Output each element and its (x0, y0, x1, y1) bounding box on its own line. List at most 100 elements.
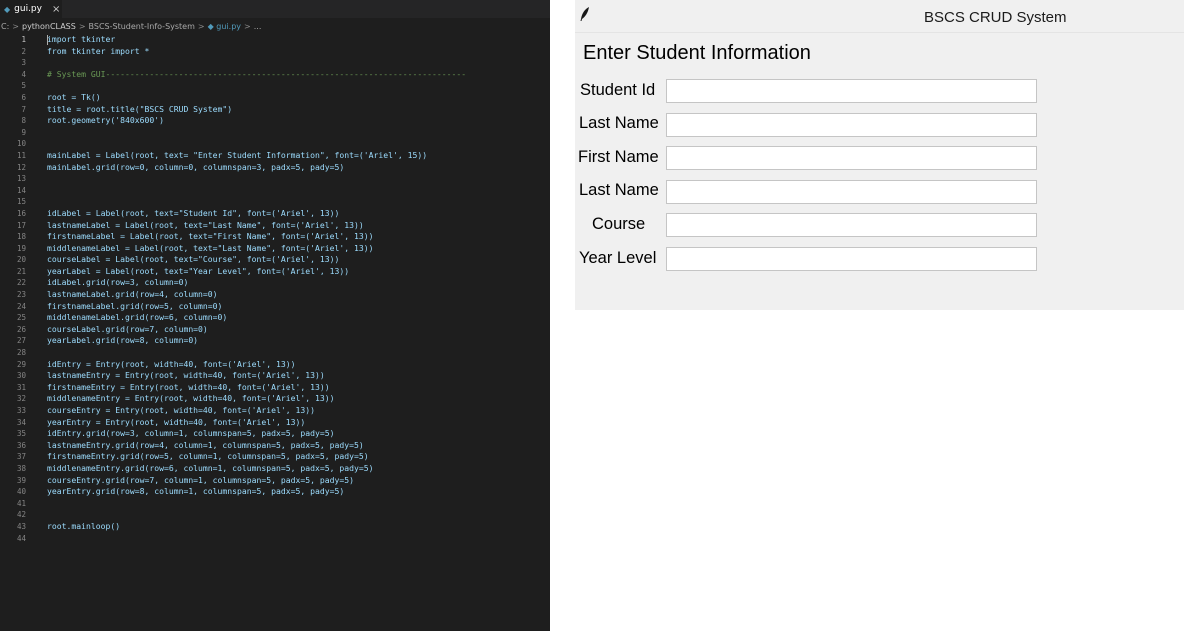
line-number: 25 (16, 313, 26, 323)
code-text: courseEntry.grid(row=7, column=1, column… (47, 474, 354, 485)
breadcrumb-folder-project[interactable]: BSCS-Student-Info-System (89, 22, 195, 31)
code-line[interactable]: 2 from tkinter import * (0, 46, 550, 58)
code-text: idLabel.grid(row=3, column=0) (47, 277, 189, 288)
code-editor: ◆ gui.py × C: > pythonCLASS > BSCS-Stude… (0, 0, 550, 631)
code-line[interactable]: 4 # System GUI---------------------------… (0, 69, 550, 81)
code-line[interactable]: 3 (0, 57, 550, 69)
breadcrumb-file[interactable]: ◆ gui.py (208, 22, 241, 31)
line-number: 4 (21, 69, 26, 79)
line-number: 14 (16, 185, 26, 195)
line-number: 6 (21, 92, 26, 102)
code-line[interactable]: 36 lastnameEntry.grid(row=4, column=1, co… (0, 440, 550, 452)
code-line[interactable]: 8 root.geometry('840x600') (0, 115, 550, 127)
code-line[interactable]: 21 yearLabel = Label(root, text="Year Lev… (0, 266, 550, 278)
python-file-icon: ◆ (4, 4, 11, 14)
first-name-entry[interactable] (666, 146, 1037, 170)
code-line[interactable]: 15 (0, 196, 550, 208)
code-text: middlenameEntry = Entry(root, width=40, … (47, 393, 335, 404)
line-number: 7 (21, 104, 26, 114)
line-number: 5 (21, 81, 26, 91)
code-line[interactable]: 18 firstnameLabel = Label(root, text="Fir… (0, 231, 550, 243)
code-line[interactable]: 33 courseEntry = Entry(root, width=40, fo… (0, 405, 550, 417)
code-line[interactable]: 35 idEntry.grid(row=3, column=1, columnsp… (0, 428, 550, 440)
code-line[interactable]: 6 root = Tk() (0, 92, 550, 104)
code-line[interactable]: 31 firstnameEntry = Entry(root, width=40,… (0, 382, 550, 394)
code-line[interactable]: 43 root.mainloop() (0, 521, 550, 533)
line-number: 27 (16, 336, 26, 346)
code-line[interactable]: 13 (0, 173, 550, 185)
line-number: 22 (16, 278, 26, 288)
code-text: lastnameLabel = Label(root, text="Last N… (47, 219, 364, 230)
code-line[interactable]: 12 mainLabel.grid(row=0, column=0, column… (0, 162, 550, 174)
code-text: mainLabel.grid(row=0, column=0, columnsp… (47, 161, 345, 172)
code-line[interactable]: 17 lastnameLabel = Label(root, text="Last… (0, 220, 550, 232)
window-title-bar[interactable]: BSCS CRUD System (575, 0, 1184, 33)
code-line[interactable]: 28 (0, 347, 550, 359)
feather-icon (579, 6, 591, 26)
code-line[interactable]: 34 yearEntry = Entry(root, width=40, font… (0, 417, 550, 429)
code-text: from tkinter import * (47, 45, 150, 56)
student-id-entry[interactable] (666, 79, 1037, 103)
line-number: 20 (16, 255, 26, 265)
course-entry[interactable] (666, 213, 1037, 237)
middle-name-entry[interactable] (666, 180, 1037, 204)
last-name-entry[interactable] (666, 113, 1037, 137)
code-line[interactable]: 38 middlenameEntry.grid(row=6, column=1, … (0, 463, 550, 475)
code-line[interactable]: 22 idLabel.grid(row=3, column=0) (0, 277, 550, 289)
line-number: 40 (16, 487, 26, 497)
line-number: 19 (16, 243, 26, 253)
breadcrumb-drive[interactable]: C: (1, 22, 9, 31)
line-number: 29 (16, 359, 26, 369)
year-level-entry[interactable] (666, 247, 1037, 271)
breadcrumb-separator: > (12, 21, 19, 31)
code-line[interactable]: 27 yearLabel.grid(row=8, column=0) (0, 335, 550, 347)
tab-gui-py[interactable]: ◆ gui.py × (0, 0, 62, 18)
code-line[interactable]: 23 lastnameLabel.grid(row=4, column=0) (0, 289, 550, 301)
code-line[interactable]: 9 (0, 127, 550, 139)
code-line[interactable]: 14 (0, 185, 550, 197)
code-line[interactable]: 37 firstnameEntry.grid(row=5, column=1, c… (0, 451, 550, 463)
code-line[interactable]: 25 middlenameLabel.grid(row=6, column=0) (0, 312, 550, 324)
code-text: courseLabel = Label(root, text="Course",… (47, 254, 340, 265)
code-line[interactable]: 24 firstnameLabel.grid(row=5, column=0) (0, 301, 550, 313)
code-text: middlenameEntry.grid(row=6, column=1, co… (47, 462, 374, 473)
code-text: courseLabel.grid(row=7, column=0) (47, 323, 208, 334)
code-line[interactable]: 32 middlenameEntry = Entry(root, width=40… (0, 393, 550, 405)
breadcrumb-symbol[interactable]: ... (254, 22, 262, 31)
code-line[interactable]: 30 lastnameEntry = Entry(root, width=40, … (0, 370, 550, 382)
code-line[interactable]: 1 import tkinter (0, 34, 550, 46)
line-number: 37 (16, 452, 26, 462)
tab-label: gui.py (14, 4, 42, 14)
code-text: root = Tk() (47, 91, 101, 102)
code-line[interactable]: 16 idLabel = Label(root, text="Student Id… (0, 208, 550, 220)
breadcrumb-folder-pythonclass[interactable]: pythonCLASS (22, 22, 76, 31)
code-line[interactable]: 7 title = root.title("BSCS CRUD System") (0, 104, 550, 116)
code-text: idEntry.grid(row=3, column=1, columnspan… (47, 428, 335, 439)
line-number: 31 (16, 382, 26, 392)
code-line[interactable]: 11 mainLabel = Label(root, text= "Enter S… (0, 150, 550, 162)
code-line[interactable]: 39 courseEntry.grid(row=7, column=1, colu… (0, 475, 550, 487)
code-area[interactable]: 1 import tkinter 2 from tkinter import * 3 4 #… (0, 34, 550, 544)
code-text: # System GUI----------------------------… (47, 68, 467, 79)
line-number: 35 (16, 429, 26, 439)
code-line[interactable]: 10 (0, 138, 550, 150)
line-number: 42 (16, 510, 26, 520)
code-line[interactable]: 41 (0, 498, 550, 510)
breadcrumb-separator: > (78, 21, 86, 31)
code-line[interactable]: 19 middlenameLabel = Label(root, text="La… (0, 243, 550, 255)
code-text: mainLabel = Label(root, text= "Enter Stu… (47, 149, 428, 160)
code-line[interactable]: 29 idEntry = Entry(root, width=40, font=(… (0, 359, 550, 371)
close-tab-icon[interactable]: × (52, 4, 60, 15)
code-line[interactable]: 20 courseLabel = Label(root, text="Course… (0, 254, 550, 266)
code-line[interactable]: 26 courseLabel.grid(row=7, column=0) (0, 324, 550, 336)
line-number: 33 (16, 406, 26, 415)
code-text: middlenameLabel = Label(root, text="Last… (47, 242, 374, 253)
year-level-label: Year Level (579, 249, 657, 267)
code-line[interactable]: 42 (0, 509, 550, 521)
line-number: 32 (16, 394, 26, 404)
code-line[interactable]: 5 (0, 80, 550, 92)
code-line[interactable]: 40 yearEntry.grid(row=8, column=1, column… (0, 486, 550, 498)
code-line[interactable]: 44 (0, 533, 550, 545)
line-number: 41 (16, 498, 26, 508)
code-text: yearEntry.grid(row=8, column=1, columnsp… (47, 486, 345, 497)
